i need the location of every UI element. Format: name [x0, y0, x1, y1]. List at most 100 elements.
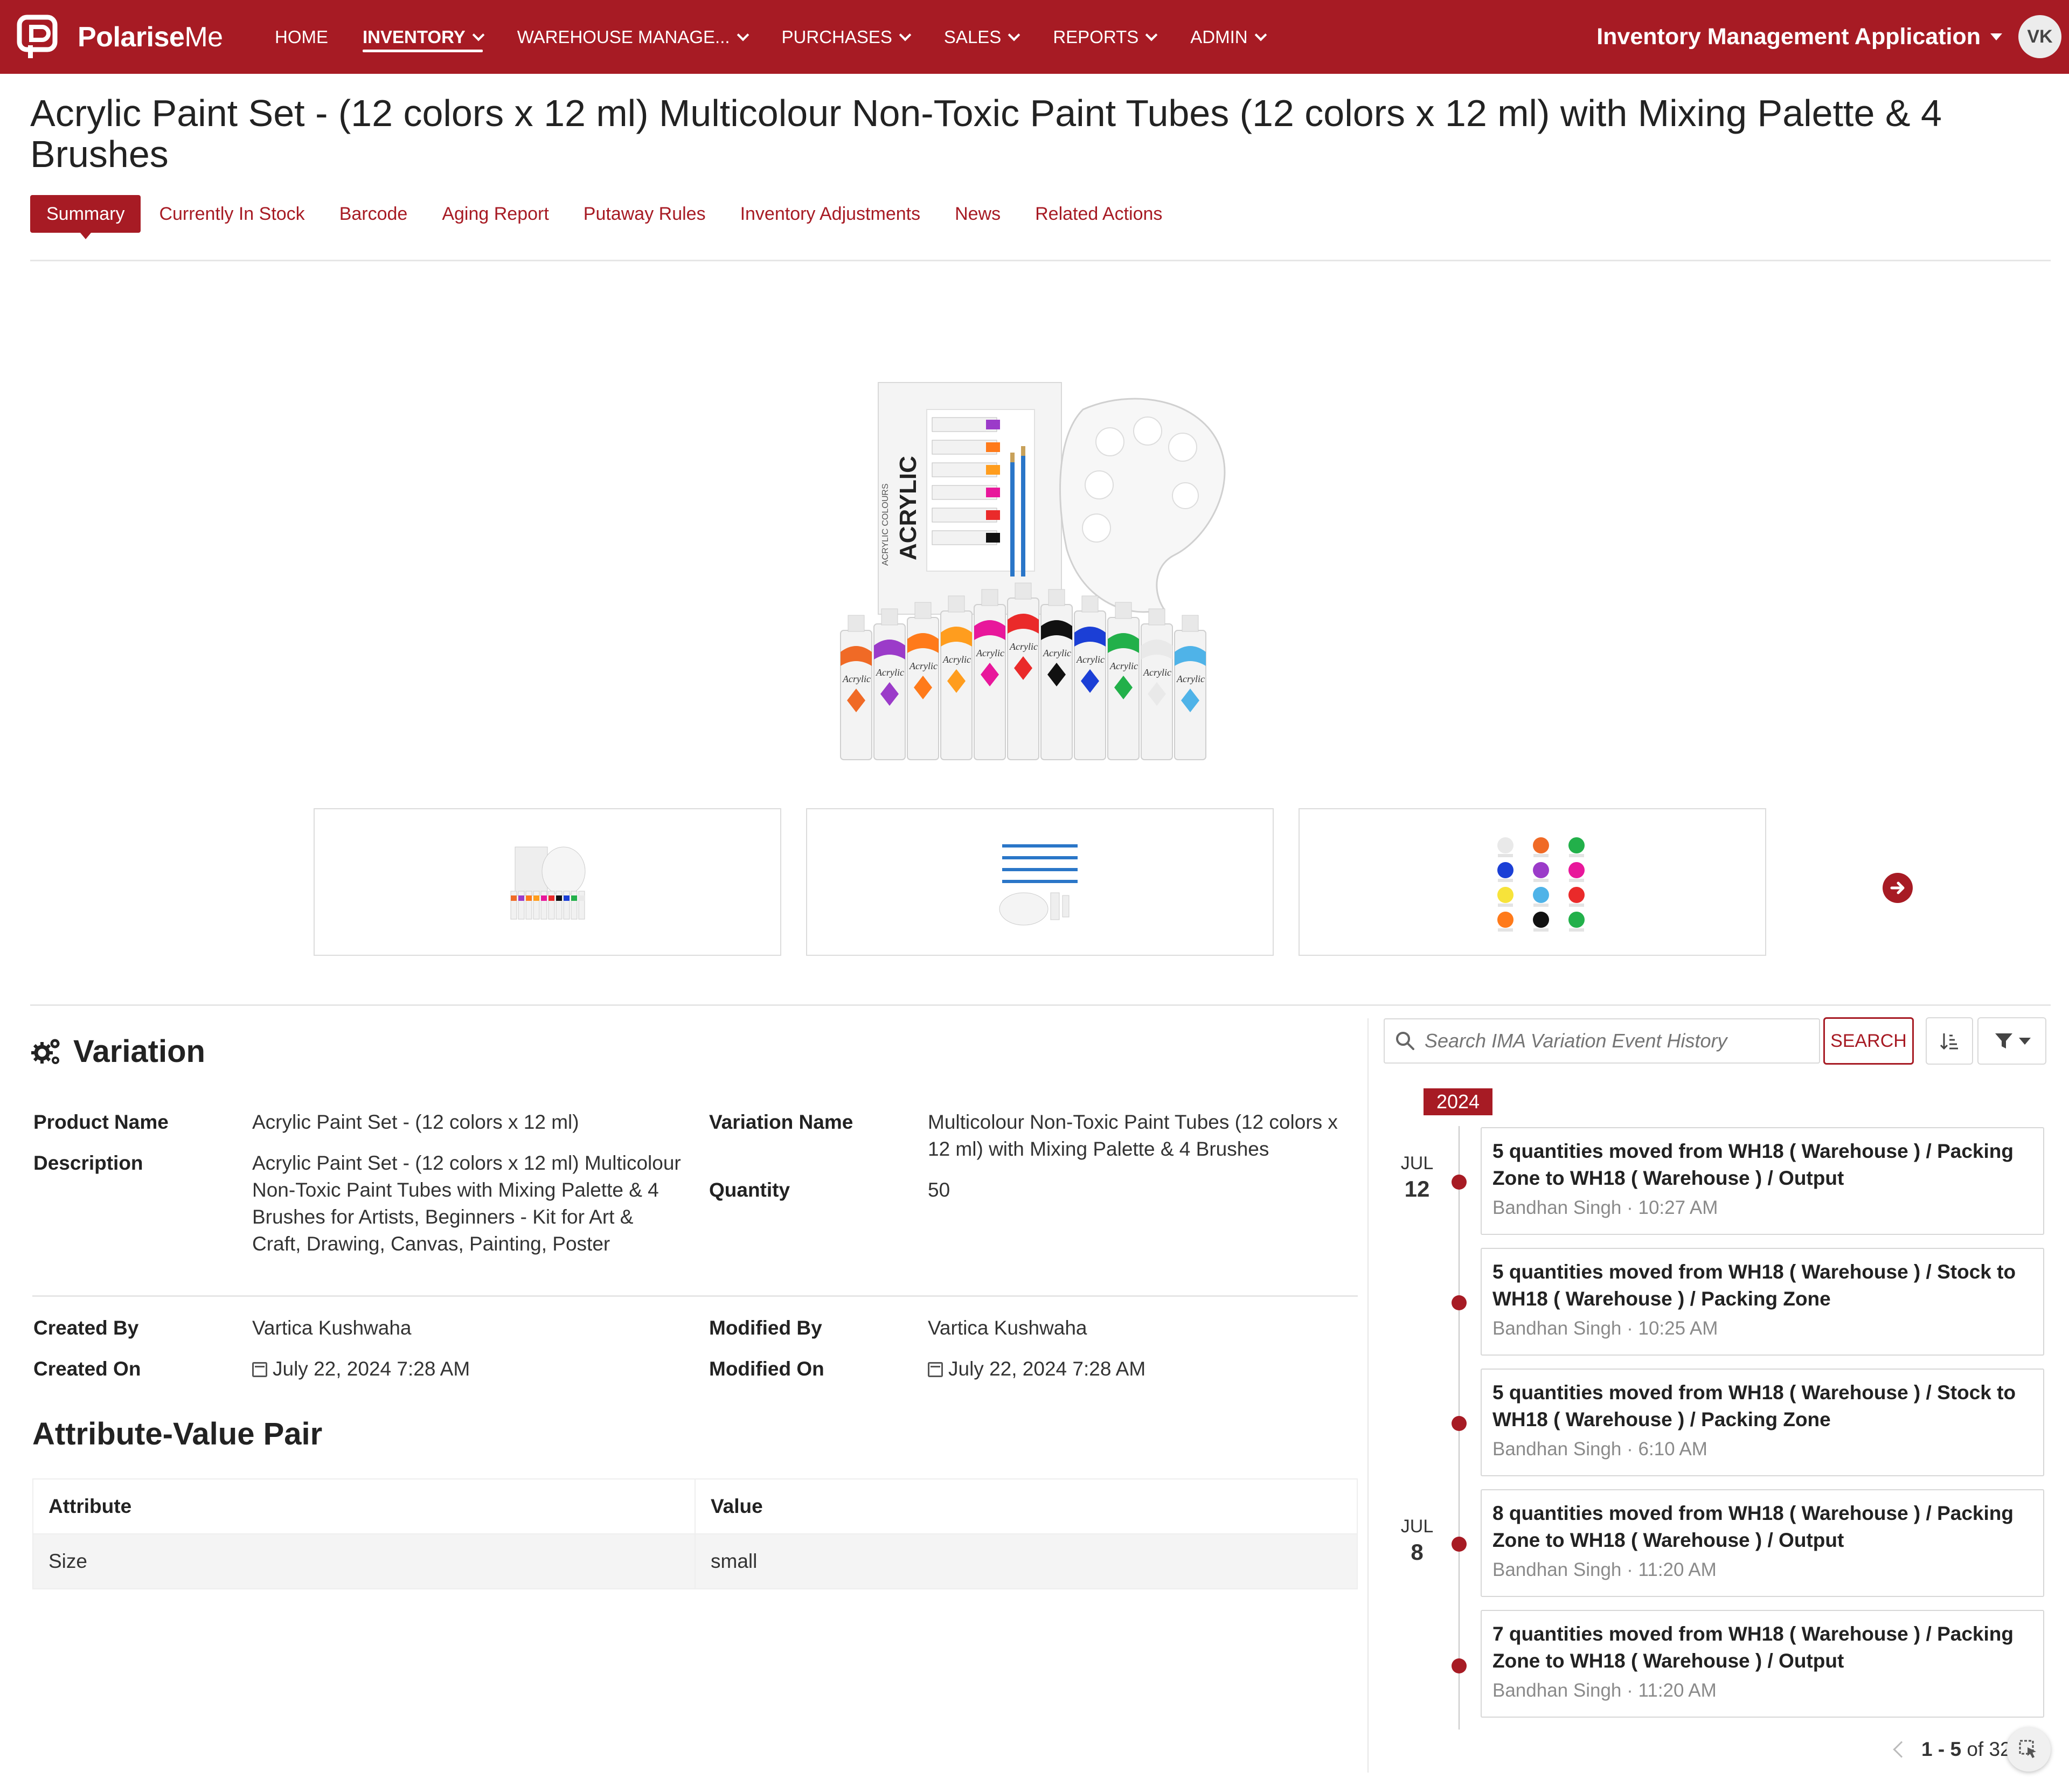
- sort-button[interactable]: [1926, 1017, 1973, 1065]
- top-navigation-bar: PolariseMe HOME INVENTORY WAREHOUSE MANA…: [0, 0, 2069, 74]
- tab-currently-in-stock[interactable]: Currently In Stock: [159, 195, 304, 233]
- history-search-input[interactable]: [1425, 1030, 1791, 1052]
- caret-down-icon: [1990, 33, 2002, 40]
- thumbnail-strip: [314, 808, 1791, 956]
- modified-on-value: July 22, 2024 7:28 AM: [928, 1356, 1145, 1383]
- user-avatar[interactable]: VK: [2018, 15, 2061, 58]
- audit-info-left: Created By Vartica Kushwaha Created On J…: [33, 1315, 691, 1390]
- product-info-left: Product Name Acrylic Paint Set - (12 col…: [33, 1109, 691, 1265]
- pager-range: 1 - 5: [1921, 1738, 1962, 1760]
- pager-total: of 32: [1967, 1738, 2011, 1760]
- tab-news[interactable]: News: [955, 195, 1001, 233]
- attribute-table: Attribute Value Size small: [32, 1478, 1358, 1589]
- event-title: 7 quantities moved from WH18 ( Warehouse…: [1492, 1623, 2014, 1672]
- event-meta: Bandhan Singh · 11:20 AM: [1492, 1559, 1717, 1580]
- pagination: 1 - 5 of 32: [1893, 1738, 2011, 1761]
- tab-inventory-adjustments[interactable]: Inventory Adjustments: [740, 195, 921, 233]
- calendar-icon: [928, 1362, 943, 1377]
- box-label: ACRYLIC: [895, 456, 921, 560]
- search-button[interactable]: SEARCH: [1823, 1017, 1914, 1065]
- product-name-value: Acrylic Paint Set - (12 colors x 12 ml): [252, 1111, 579, 1133]
- event-title: 5 quantities moved from WH18 ( Warehouse…: [1492, 1261, 2016, 1310]
- svg-text:Acrylic: Acrylic: [1009, 641, 1038, 652]
- table-row: Size small: [32, 1533, 1358, 1589]
- filter-icon: [1995, 1033, 2012, 1048]
- nav-reports[interactable]: REPORTS: [1053, 0, 1158, 74]
- history-event[interactable]: 5 quantities moved from WH18 ( Warehouse…: [1481, 1369, 2044, 1476]
- attribute-value-heading: Attribute-Value Pair: [32, 1416, 323, 1451]
- product-name-label: Product Name: [33, 1111, 169, 1133]
- modified-on-label: Modified On: [709, 1358, 824, 1380]
- quantity-value: 50: [928, 1179, 950, 1201]
- column-header-value: Value: [695, 1478, 1358, 1534]
- thumbnail-1[interactable]: [314, 808, 781, 956]
- tab-barcode[interactable]: Barcode: [339, 195, 408, 233]
- timeline-dot: [1452, 1416, 1467, 1431]
- event-meta: Bandhan Singh · 10:25 AM: [1492, 1318, 1718, 1339]
- page-title: Acrylic Paint Set - (12 colors x 12 ml) …: [30, 92, 1942, 175]
- svg-text:Acrylic: Acrylic: [1076, 654, 1105, 665]
- nav-inventory[interactable]: INVENTORY: [363, 0, 485, 74]
- product-info-right: Variation Name Multicolour Non-Toxic Pai…: [709, 1109, 1361, 1217]
- thumbnail-2[interactable]: [806, 808, 1274, 956]
- chevron-down-icon: [1145, 29, 1158, 41]
- column-divider: [1367, 1018, 1369, 1773]
- created-on-label: Created On: [33, 1358, 141, 1380]
- history-event[interactable]: 8 quantities moved from WH18 ( Warehouse…: [1481, 1489, 2044, 1597]
- svg-text:Acrylic: Acrylic: [909, 661, 938, 671]
- history-event[interactable]: 7 quantities moved from WH18 ( Warehouse…: [1481, 1610, 2044, 1718]
- event-title: 5 quantities moved from WH18 ( Warehouse…: [1492, 1140, 2014, 1189]
- nav-admin[interactable]: ADMIN: [1190, 0, 1267, 74]
- svg-text:Acrylic: Acrylic: [1143, 667, 1171, 678]
- nav-warehouse-management[interactable]: WAREHOUSE MANAGE...: [517, 0, 749, 74]
- svg-text:Acrylic: Acrylic: [1109, 661, 1138, 671]
- divider: [30, 1004, 2051, 1006]
- calendar-icon: [252, 1362, 267, 1377]
- search-icon: [1396, 1032, 1414, 1050]
- product-main-image[interactable]: ACRYLIC ACRYLIC COLOURS Acrylic Acrylic Ac…: [830, 377, 1261, 787]
- chevron-down-icon: [472, 29, 485, 41]
- variation-name-value: Multicolour Non-Toxic Paint Tubes (12 co…: [928, 1111, 1338, 1160]
- timeline-dot: [1452, 1537, 1467, 1552]
- chevron-down-icon: [1254, 29, 1267, 41]
- timeline-dot: [1452, 1295, 1467, 1310]
- year-badge: 2024: [1424, 1088, 1492, 1115]
- value-cell: small: [695, 1533, 1358, 1589]
- description-label: Description: [33, 1152, 143, 1174]
- tab-related-actions[interactable]: Related Actions: [1035, 195, 1162, 233]
- svg-text:Acrylic: Acrylic: [976, 648, 1004, 658]
- nav-home[interactable]: HOME: [275, 0, 328, 74]
- created-on-value: July 22, 2024 7:28 AM: [252, 1356, 470, 1383]
- brand-name: PolariseMe: [78, 21, 223, 53]
- modified-by-value: Vartica Kushwaha: [928, 1317, 1087, 1339]
- event-meta: Bandhan Singh · 10:27 AM: [1492, 1197, 1718, 1218]
- app-switcher[interactable]: Inventory Management Application: [1596, 0, 2002, 74]
- tab-summary[interactable]: Summary: [30, 195, 141, 239]
- nav-purchases[interactable]: PURCHASES: [782, 0, 912, 74]
- history-event[interactable]: 5 quantities moved from WH18 ( Warehouse…: [1481, 1248, 2044, 1356]
- variation-heading: Variation: [31, 1033, 205, 1069]
- history-search: [1384, 1018, 1820, 1064]
- brand-logo[interactable]: PolariseMe: [16, 14, 253, 60]
- tab-bar: Summary Currently In Stock Barcode Aging…: [30, 195, 1197, 239]
- floating-action-button[interactable]: [2006, 1727, 2051, 1772]
- arrow-right-icon: [1890, 881, 1905, 894]
- polariseme-logo-icon: [16, 14, 63, 60]
- tab-putaway-rules[interactable]: Putaway Rules: [584, 195, 706, 233]
- app-title: Inventory Management Application: [1596, 24, 1981, 50]
- cursor-select-icon: [2019, 1740, 2036, 1758]
- timeline-date: JUL 8: [1400, 1516, 1434, 1565]
- previous-page-icon[interactable]: [1893, 1741, 1910, 1758]
- audit-info-right: Modified By Vartica Kushwaha Modified On…: [709, 1315, 1361, 1390]
- variation-name-label: Variation Name: [709, 1111, 853, 1133]
- gears-icon: [31, 1039, 60, 1064]
- next-image-button[interactable]: [1883, 873, 1913, 903]
- filter-button[interactable]: [1977, 1017, 2046, 1065]
- history-event[interactable]: 5 quantities moved from WH18 ( Warehouse…: [1481, 1127, 2044, 1235]
- tab-aging-report[interactable]: Aging Report: [442, 195, 549, 233]
- nav-sales[interactable]: SALES: [944, 0, 1020, 74]
- timeline-date: JUL 12: [1400, 1153, 1434, 1201]
- thumbnail-3[interactable]: [1299, 808, 1766, 956]
- timeline-dot: [1452, 1175, 1467, 1190]
- event-meta: Bandhan Singh · 11:20 AM: [1492, 1680, 1717, 1701]
